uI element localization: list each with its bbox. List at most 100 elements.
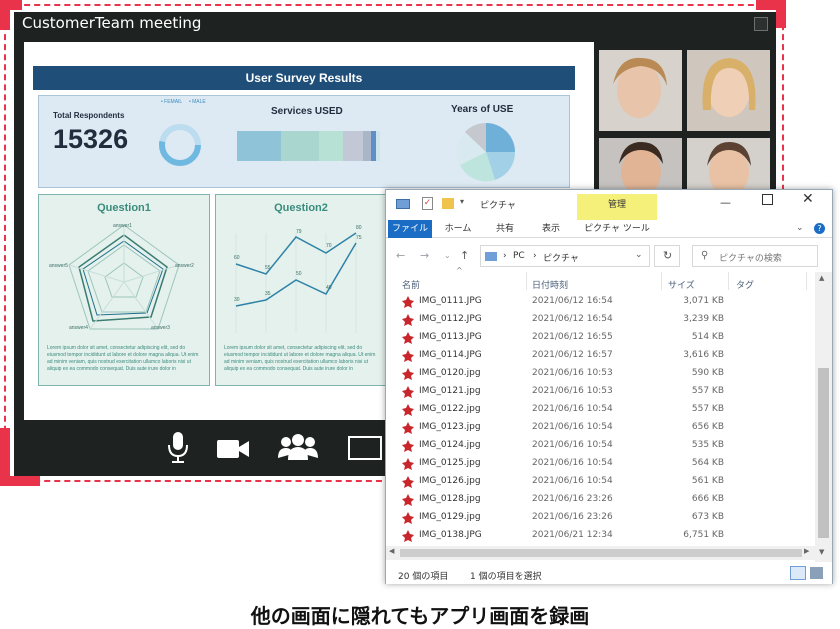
participant-video[interactable] bbox=[599, 50, 682, 131]
image-file-icon bbox=[402, 386, 414, 398]
line-value-label: 80 bbox=[356, 225, 362, 231]
large-icons-view-icon[interactable] bbox=[810, 567, 823, 579]
participant-videos bbox=[599, 50, 771, 192]
minimize-button[interactable]: — bbox=[720, 196, 731, 209]
file-row[interactable]: IMG_0112.JPG 2021/06/12 16:54 3,239 KB bbox=[386, 311, 812, 329]
file-date: 2021/06/16 10:53 bbox=[532, 386, 613, 396]
up-arrow-icon[interactable]: ↑ bbox=[460, 249, 469, 262]
legend-male: • MALE bbox=[189, 99, 206, 105]
recording-corner-top-right bbox=[776, 0, 786, 28]
image-file-icon bbox=[402, 404, 414, 416]
column-separator[interactable] bbox=[728, 272, 729, 290]
sort-caret-icon: ^ bbox=[456, 266, 463, 275]
file-row[interactable]: IMG_0122.jpg 2021/06/16 10:54 557 KB bbox=[386, 401, 812, 419]
column-date[interactable]: 日付時刻 bbox=[532, 278, 568, 291]
close-button[interactable]: ✕ bbox=[802, 191, 814, 207]
tab-file[interactable]: ファイル bbox=[388, 220, 432, 238]
scroll-right-icon[interactable]: ▶ bbox=[804, 547, 809, 555]
breadcrumb-pc[interactable]: PC bbox=[513, 251, 525, 261]
file-row[interactable]: IMG_0128.jpg 2021/06/16 23:26 666 KB bbox=[386, 491, 812, 509]
file-name: IMG_0111.JPG bbox=[419, 296, 482, 306]
column-name[interactable]: 名前 bbox=[402, 278, 420, 291]
file-name: IMG_0123.jpg bbox=[419, 422, 481, 432]
quick-access-folder-icon[interactable] bbox=[442, 198, 454, 209]
participant-video[interactable] bbox=[687, 138, 770, 192]
file-date: 2021/06/16 23:26 bbox=[532, 512, 613, 522]
recent-dropdown-icon[interactable]: ⌄ bbox=[444, 251, 451, 260]
scroll-up-icon[interactable]: ▲ bbox=[819, 274, 824, 282]
file-name: IMG_0114.JPG bbox=[419, 350, 482, 360]
file-date: 2021/06/16 10:54 bbox=[532, 476, 613, 486]
status-bar: 20 個の項目 1 個の項目を選択 bbox=[386, 562, 832, 584]
scroll-left-icon[interactable]: ◀ bbox=[389, 547, 394, 555]
file-row[interactable]: IMG_0138.JPG 2021/06/21 12:34 6,751 KB bbox=[386, 527, 812, 545]
file-row[interactable]: IMG_0120.jpg 2021/06/16 10:53 590 KB bbox=[386, 365, 812, 383]
file-name: IMG_0129.jpg bbox=[419, 512, 481, 522]
search-input[interactable]: ⚲ ピクチャの検索 bbox=[692, 245, 818, 267]
back-arrow-icon[interactable]: ← bbox=[396, 249, 405, 262]
breadcrumb-pictures[interactable]: ピクチャ bbox=[543, 251, 579, 264]
participant-video[interactable] bbox=[687, 50, 770, 131]
tab-home[interactable]: ホーム bbox=[438, 220, 478, 238]
quick-access-dropdown-icon[interactable]: ▾ bbox=[460, 197, 464, 206]
file-row[interactable]: IMG_0123.jpg 2021/06/16 10:54 656 KB bbox=[386, 419, 812, 437]
search-placeholder: ピクチャの検索 bbox=[719, 254, 782, 264]
help-icon[interactable]: ? bbox=[814, 223, 825, 234]
tab-view[interactable]: 表示 bbox=[532, 220, 570, 238]
column-size[interactable]: サイズ bbox=[668, 278, 695, 291]
manage-tab-header[interactable]: 管理 bbox=[577, 194, 657, 220]
microphone-icon[interactable] bbox=[167, 432, 189, 464]
address-bar-row: ← → ⌄ ↑ › PC › ピクチャ ⌄ ↻ ⚲ ピクチャの検索 bbox=[386, 240, 832, 270]
file-date: 2021/06/12 16:54 bbox=[532, 296, 613, 306]
column-tag[interactable]: タグ bbox=[736, 278, 754, 291]
file-row[interactable]: IMG_0114.JPG 2021/06/12 16:57 3,616 KB bbox=[386, 347, 812, 365]
line-value-label: 50 bbox=[296, 271, 302, 277]
image-file-icon bbox=[402, 458, 414, 470]
file-size: 557 KB bbox=[691, 386, 724, 396]
vertical-scrollbar[interactable]: ▲ ▼ bbox=[815, 272, 832, 562]
file-row[interactable]: IMG_0129.jpg 2021/06/16 23:26 673 KB bbox=[386, 509, 812, 527]
participants-icon[interactable] bbox=[278, 434, 318, 460]
file-name: IMG_0113.JPG bbox=[419, 332, 482, 342]
camera-icon[interactable] bbox=[217, 440, 249, 458]
ribbon-expand-icon[interactable]: ⌄ bbox=[796, 223, 804, 233]
column-separator[interactable] bbox=[806, 272, 807, 290]
question2-title: Question2 bbox=[274, 202, 328, 214]
image-file-icon bbox=[402, 332, 414, 344]
participant-video[interactable] bbox=[599, 138, 682, 192]
column-separator[interactable] bbox=[661, 272, 662, 290]
quick-access-checkbox-icon[interactable]: ✓ bbox=[422, 197, 433, 210]
details-view-icon[interactable] bbox=[790, 566, 806, 580]
file-name: IMG_0112.JPG bbox=[419, 314, 482, 324]
horizontal-scrollbar[interactable]: ◀ ▶ bbox=[386, 546, 816, 560]
address-bar[interactable]: › PC › ピクチャ ⌄ bbox=[480, 245, 650, 267]
file-name: IMG_0125.jpg bbox=[419, 458, 481, 468]
file-date: 2021/06/16 10:54 bbox=[532, 422, 613, 432]
window-maximize-button[interactable] bbox=[754, 17, 768, 31]
scroll-down-icon[interactable]: ▼ bbox=[819, 548, 824, 556]
tab-share[interactable]: 共有 bbox=[486, 220, 524, 238]
forward-arrow-icon[interactable]: → bbox=[420, 249, 429, 262]
file-row[interactable]: IMG_0126.jpg 2021/06/16 10:54 561 KB bbox=[386, 473, 812, 491]
refresh-button[interactable]: ↻ bbox=[654, 245, 680, 267]
recording-corner-bottom-left bbox=[0, 476, 40, 486]
screen-share-icon[interactable] bbox=[348, 436, 382, 460]
services-used-label: Services USED bbox=[271, 106, 343, 117]
file-date: 2021/06/16 23:26 bbox=[532, 494, 613, 504]
address-dropdown-icon[interactable]: ⌄ bbox=[635, 250, 643, 260]
horizontal-scroll-thumb[interactable] bbox=[400, 549, 802, 557]
tab-picture-tools[interactable]: ピクチャ ツール bbox=[577, 220, 657, 238]
vertical-scroll-thumb[interactable] bbox=[818, 368, 829, 538]
column-separator[interactable] bbox=[526, 272, 527, 290]
breadcrumb-separator: › bbox=[533, 251, 537, 261]
ribbon-tabs: ファイル ホーム 共有 表示 ピクチャ ツール ⌄ ? bbox=[386, 220, 832, 238]
file-row[interactable]: IMG_0121.jpg 2021/06/16 10:53 557 KB bbox=[386, 383, 812, 401]
file-row[interactable]: IMG_0113.JPG 2021/06/12 16:55 514 KB bbox=[386, 329, 812, 347]
file-row[interactable]: IMG_0125.jpg 2021/06/16 10:54 564 KB bbox=[386, 455, 812, 473]
file-row[interactable]: IMG_0124.jpg 2021/06/16 10:54 535 KB bbox=[386, 437, 812, 455]
file-row[interactable]: IMG_0111.JPG 2021/06/12 16:54 3,071 KB bbox=[386, 293, 812, 311]
question1-panel: Question1 answer1 answer2 answer3 answer bbox=[38, 194, 210, 386]
search-icon: ⚲ bbox=[701, 250, 709, 261]
image-file-icon bbox=[402, 440, 414, 452]
maximize-button[interactable] bbox=[762, 194, 773, 205]
